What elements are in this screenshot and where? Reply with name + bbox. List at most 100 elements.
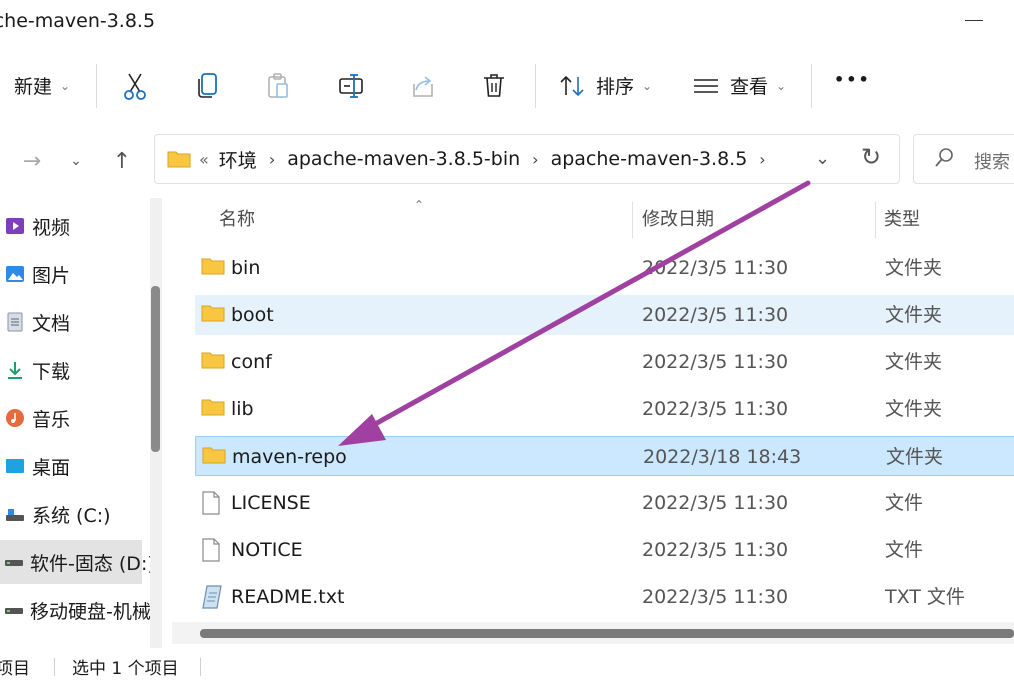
view-button[interactable]: 查看 ⌄ xyxy=(692,72,786,99)
desktop-icon xyxy=(4,455,26,477)
sidebar-item-external-drive[interactable]: 移动硬盘-机械 xyxy=(0,588,150,632)
breadcrumb: « 环境 › apache-maven-3.8.5-bin › apache-m… xyxy=(167,135,778,183)
command-bar: 新建 ⌄ 排序 ⌄ 查看 ⌄ ••• xyxy=(0,44,1014,127)
file-row[interactable]: boot 2022/3/5 11:30 文件夹 xyxy=(195,295,1014,335)
file-date: 2022/3/5 11:30 xyxy=(642,492,789,514)
file-type: 文件夹 xyxy=(885,257,943,279)
drive-icon xyxy=(4,599,24,621)
video-icon xyxy=(4,215,26,237)
file-icon xyxy=(201,538,221,566)
file-type: 文件 xyxy=(885,539,924,561)
column-divider[interactable] xyxy=(875,202,876,238)
path-overflow[interactable]: « xyxy=(199,150,209,169)
column-header-name[interactable]: 名称 xyxy=(219,196,255,240)
file-row[interactable]: LICENSE 2022/3/5 11:30 文件 xyxy=(195,483,1014,523)
breadcrumb-item[interactable]: apache-maven-3.8.5 xyxy=(551,148,748,170)
file-name: bin xyxy=(231,257,261,279)
documents-icon xyxy=(4,311,26,333)
sidebar-item-label: 软件-固态 (D:) xyxy=(30,552,150,575)
sidebar-item-videos[interactable]: 视频 xyxy=(0,204,142,248)
paste-button[interactable] xyxy=(266,72,290,100)
minimize-icon[interactable] xyxy=(965,20,983,21)
chevron-right-icon[interactable]: › xyxy=(759,150,765,169)
sidebar-item-label: 文档 xyxy=(32,312,71,335)
sidebar-item-documents[interactable]: 文档 xyxy=(0,300,142,344)
address-history-chevron-icon[interactable]: ⌄ xyxy=(815,148,830,169)
text-file-icon xyxy=(201,585,225,613)
sidebar-item-label: 图片 xyxy=(32,264,71,287)
sidebar-item-label: 下载 xyxy=(32,360,71,383)
file-icon xyxy=(201,491,221,519)
sort-button[interactable]: 排序 ⌄ xyxy=(558,72,652,99)
sidebar-item-downloads[interactable]: 下载 xyxy=(0,348,142,392)
file-date: 2022/3/5 11:30 xyxy=(642,398,789,420)
chevron-down-icon: ⌄ xyxy=(70,153,82,169)
chevron-down-icon: ⌄ xyxy=(60,78,71,93)
column-header-type[interactable]: 类型 xyxy=(884,196,920,240)
horizontal-scrollbar-thumb[interactable] xyxy=(200,629,1014,638)
breadcrumb-item[interactable]: 环境 xyxy=(219,146,257,173)
copy-button[interactable] xyxy=(196,72,220,100)
file-type: 文件 xyxy=(885,492,924,514)
divider xyxy=(54,658,55,676)
address-bar[interactable]: « 环境 › apache-maven-3.8.5-bin › apache-m… xyxy=(154,134,900,184)
column-header-date[interactable]: 修改日期 xyxy=(642,196,714,240)
more-options-button[interactable]: ••• xyxy=(834,70,871,89)
file-name: README.txt xyxy=(231,586,345,608)
sort-ascending-icon: ⌃ xyxy=(414,198,425,212)
refresh-icon[interactable]: ↻ xyxy=(861,143,881,171)
forward-button[interactable]: → xyxy=(12,144,52,178)
column-divider[interactable] xyxy=(632,202,633,238)
drive-icon xyxy=(4,551,24,573)
sidebar-item-label: 系统 (C:) xyxy=(32,504,111,527)
search-input[interactable]: 搜索 xyxy=(974,148,1010,174)
sort-label: 排序 xyxy=(596,76,635,98)
rename-button[interactable] xyxy=(338,72,366,100)
arrow-right-icon: → xyxy=(22,148,42,174)
folder-icon xyxy=(201,350,225,374)
share-button[interactable] xyxy=(410,72,436,100)
sidebar-scrollbar-thumb[interactable] xyxy=(151,286,160,452)
new-button[interactable]: 新建 ⌄ xyxy=(0,72,70,99)
scissors-icon xyxy=(122,72,148,100)
breadcrumb-item[interactable]: apache-maven-3.8.5-bin xyxy=(287,148,520,170)
file-row[interactable]: maven-repo 2022/3/18 18:43 文件夹 xyxy=(195,436,1014,476)
file-type: 文件夹 xyxy=(885,304,943,326)
sidebar-item-pictures[interactable]: 图片 xyxy=(0,252,142,296)
sidebar-item-drive-d[interactable]: 软件-固态 (D:) xyxy=(0,540,150,584)
file-row[interactable]: lib 2022/3/5 11:30 文件夹 xyxy=(195,389,1014,429)
file-date: 2022/3/5 11:30 xyxy=(642,257,789,279)
copy-icon xyxy=(196,72,220,100)
divider xyxy=(200,658,201,676)
sidebar-item-label: 移动硬盘-机械 xyxy=(30,600,150,623)
file-name: lib xyxy=(231,398,254,420)
search-box[interactable]: 搜索 xyxy=(913,134,1014,184)
divider xyxy=(96,64,97,108)
recent-locations-button[interactable]: ⌄ xyxy=(56,144,96,178)
file-row[interactable]: README.txt 2022/3/5 11:30 TXT 文件 xyxy=(195,577,1014,617)
delete-button[interactable] xyxy=(482,72,506,100)
folder-icon xyxy=(201,256,225,280)
file-row[interactable]: conf 2022/3/5 11:30 文件夹 xyxy=(195,342,1014,382)
navigation-pane: 视频 图片 文档 下载 音乐 桌面 系统 (C:) 软件-固态 (D:) 移动硬… xyxy=(0,196,150,652)
chevron-right-icon[interactable]: › xyxy=(532,150,538,169)
file-row[interactable]: NOTICE 2022/3/5 11:30 文件 xyxy=(195,530,1014,570)
chevron-right-icon[interactable]: › xyxy=(269,150,275,169)
cut-button[interactable] xyxy=(122,72,148,100)
folder-icon xyxy=(167,149,191,169)
sidebar-item-music[interactable]: 音乐 xyxy=(0,396,142,440)
file-date: 2022/3/5 11:30 xyxy=(642,351,789,373)
sidebar-item-drive-c[interactable]: 系统 (C:) xyxy=(0,492,142,536)
file-date: 2022/3/5 11:30 xyxy=(642,304,789,326)
up-button[interactable]: ↑ xyxy=(102,144,142,178)
downloads-icon xyxy=(4,359,26,381)
file-type: 文件夹 xyxy=(885,398,943,420)
file-type: TXT 文件 xyxy=(885,586,965,608)
file-row[interactable]: bin 2022/3/5 11:30 文件夹 xyxy=(195,248,1014,288)
sidebar-item-desktop[interactable]: 桌面 xyxy=(0,444,142,488)
sidebar-item-label: 音乐 xyxy=(32,408,71,431)
trash-icon xyxy=(482,72,506,100)
chevron-down-icon: ⌄ xyxy=(642,78,653,93)
drive-icon xyxy=(4,503,26,525)
rename-icon xyxy=(338,72,366,100)
